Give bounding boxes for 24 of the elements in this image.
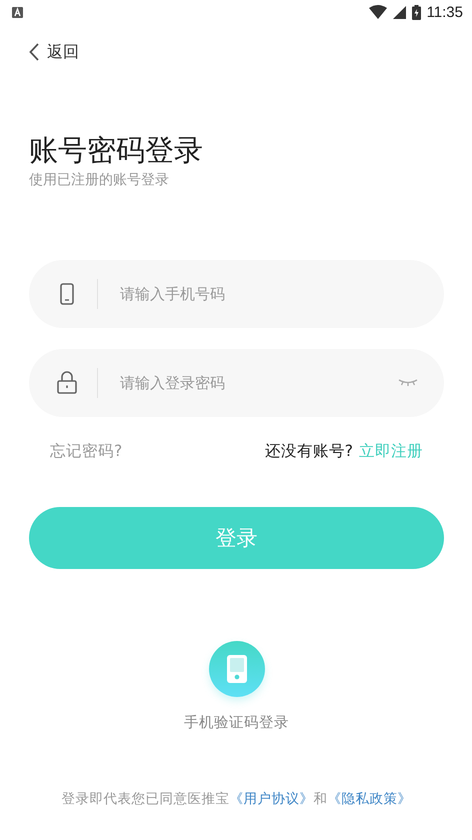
phone-icon — [226, 654, 246, 683]
register-link[interactable]: 立即注册 — [359, 440, 423, 462]
notification-icon — [12, 6, 23, 18]
login-button[interactable]: 登录 — [29, 506, 444, 569]
signal-icon — [392, 6, 406, 18]
clock-time: 11:35 — [426, 4, 463, 20]
no-account-text: 还没有账号? — [264, 440, 353, 462]
phone-icon — [60, 282, 74, 305]
sms-login-button[interactable] — [208, 640, 264, 697]
wifi-icon — [368, 5, 387, 19]
battery-icon — [412, 4, 421, 20]
page-title: 账号密码登录 — [29, 133, 204, 168]
back-icon — [29, 43, 39, 61]
back-button[interactable]: 返回 — [29, 40, 79, 64]
privacy-policy-link[interactable]: 《隐私政策》 — [328, 790, 412, 807]
closed-eye-icon[interactable] — [398, 378, 418, 388]
lock-icon — [57, 371, 77, 394]
page-subtitle: 使用已注册的账号登录 — [29, 170, 170, 189]
password-field[interactable]: 请输入登录密码 — [118, 372, 398, 393]
forgot-password-link[interactable]: 忘记密码? — [50, 440, 122, 462]
agreement-text: 登录即代表您已同意医推宝《用户协议》和《隐私政策》 — [60, 790, 412, 808]
sms-login-label[interactable]: 手机验证码登录 — [184, 712, 289, 732]
phone-field[interactable]: 请输入手机号码 — [118, 284, 418, 304]
user-agreement-link[interactable]: 《用户协议》 — [230, 790, 314, 807]
